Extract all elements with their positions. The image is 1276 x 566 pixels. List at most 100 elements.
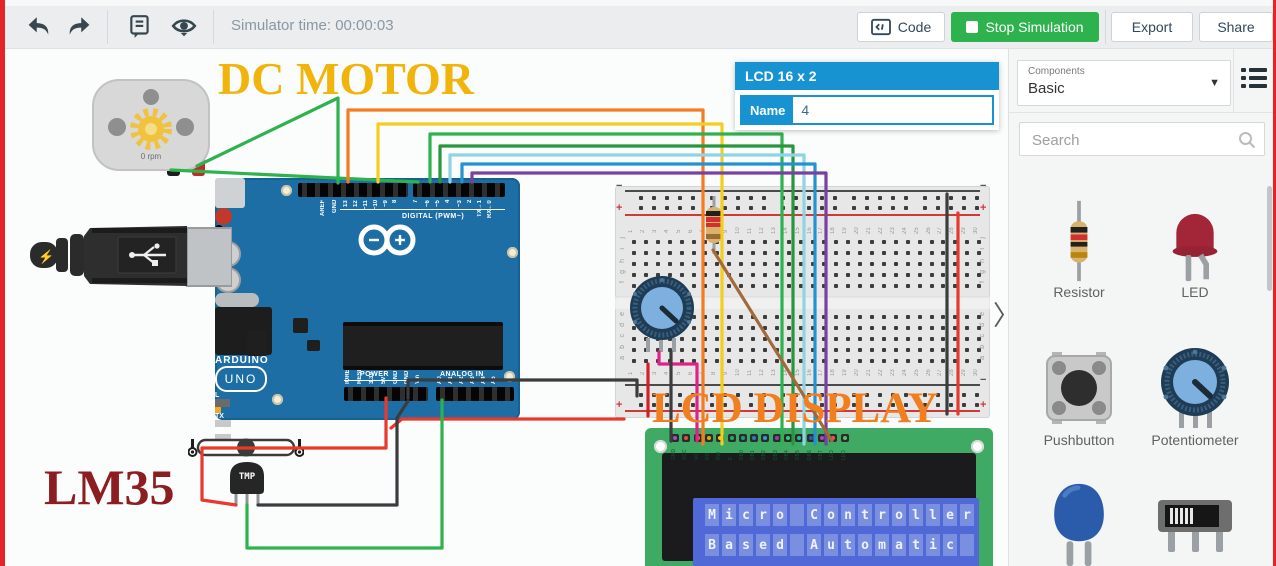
redo-icon[interactable] <box>65 14 91 40</box>
breadboard-hole <box>632 262 636 266</box>
row-letter: i <box>979 248 986 250</box>
breadboard-hole <box>807 196 811 200</box>
name-input[interactable] <box>793 97 992 123</box>
column-number: 7 <box>699 371 706 375</box>
breadboard-hole <box>822 326 827 330</box>
column-number: 23 <box>889 227 896 235</box>
lcd-pin-label: DB4 <box>784 450 790 460</box>
breadboard-hole <box>774 337 779 341</box>
search-input[interactable] <box>1030 124 1234 156</box>
breadboard-hole <box>941 284 946 288</box>
breadboard-hole <box>870 348 874 352</box>
breadboard-hole <box>810 240 815 244</box>
breadboard-hole <box>774 251 779 255</box>
breadboard-hole <box>798 337 803 341</box>
breadboard-hole <box>749 196 753 200</box>
breadboard-hole <box>703 273 708 277</box>
lcd-pin <box>772 434 781 442</box>
breadboard-hole <box>953 348 958 352</box>
breadboard-hole <box>953 251 958 255</box>
mount-hole <box>272 394 283 405</box>
slideswitch-icon <box>1139 482 1251 566</box>
column-number: 24 <box>901 227 908 235</box>
breadboard-hole <box>834 262 839 266</box>
breadboard-hole <box>941 251 946 255</box>
breadboard-hole <box>858 315 863 319</box>
column-number: 13 <box>770 369 777 377</box>
lcd-16x2-module[interactable]: Micro Controller Based Automatic GND VCC V… <box>645 428 993 566</box>
column-number: 25 <box>913 369 920 377</box>
breadboard-hole <box>798 326 803 330</box>
column-number: 28 <box>949 369 956 377</box>
power-caption-line <box>344 380 428 381</box>
component-visibility-eye-icon[interactable] <box>171 14 197 40</box>
breadboard-hole <box>822 359 827 363</box>
breadboard-hole <box>715 326 720 330</box>
components-category-dropdown[interactable]: Components Basic ▼ <box>1017 60 1231 106</box>
share-button[interactable]: Share <box>1199 12 1273 42</box>
component-item-potentiometer[interactable]: Potentiometer <box>1139 346 1251 454</box>
led-tx <box>215 420 231 427</box>
breadboard-hole <box>870 240 874 244</box>
potentiometer-on-breadboard[interactable] <box>626 274 698 356</box>
column-number: 5 <box>675 371 682 375</box>
breadboard-hole <box>679 251 684 255</box>
dc-motor[interactable]: 0 rpm <box>92 74 210 182</box>
rail-sign: + <box>616 202 623 214</box>
breadboard-hole <box>870 262 874 266</box>
breadboard-hole <box>652 196 656 200</box>
breadboard-hole <box>905 273 910 277</box>
column-number: 17 <box>818 369 825 377</box>
breadboard-hole <box>834 315 839 319</box>
lcd-properties-dialog[interactable]: LCD 16 x 2 Name <box>735 62 999 130</box>
export-button[interactable]: Export <box>1111 12 1193 42</box>
column-number: 16 <box>806 369 813 377</box>
breadboard-hole <box>965 315 970 319</box>
component-item-resistor[interactable]: Resistor <box>1023 198 1135 306</box>
component-item-led[interactable]: LED <box>1139 198 1251 306</box>
toolbar-divider <box>213 10 214 44</box>
search-icon <box>1239 132 1256 149</box>
breadboard-hole <box>727 315 732 319</box>
tmp36-temperature-sensor[interactable]: TMP <box>187 436 305 508</box>
sidebar-scrollbar[interactable] <box>1267 186 1272 291</box>
led-rx-label: RX <box>215 427 225 434</box>
breadboard-hole <box>953 273 958 277</box>
lcd-char: e <box>756 534 770 556</box>
panel-collapse-button[interactable]: 〉 <box>993 296 1020 336</box>
breadboard-hole <box>834 240 839 244</box>
breadboard-hole <box>679 262 684 266</box>
resistor-on-breadboard[interactable] <box>704 196 724 254</box>
lcd-pin-dot <box>808 436 813 440</box>
notes-icon[interactable] <box>127 14 153 40</box>
breadboard-hole <box>949 206 953 210</box>
code-button[interactable]: Code <box>857 12 945 42</box>
breadboard-hole <box>846 262 851 266</box>
breadboard-hole <box>715 359 720 363</box>
stop-simulation-button[interactable]: Stop Simulation <box>951 12 1099 42</box>
column-number: 11 <box>747 369 753 377</box>
breadboard-hole <box>917 359 922 363</box>
usb-cable[interactable]: ⚡ <box>0 220 232 292</box>
lcd-char: M <box>705 504 719 526</box>
digital-caption-line <box>340 209 505 210</box>
lcd-pin-label: RS <box>704 453 711 460</box>
column-number: 26 <box>925 227 932 235</box>
lcd-char: i <box>722 504 736 526</box>
breadboard-hole <box>893 315 898 319</box>
breadboard-hole <box>953 359 958 363</box>
column-number: 1 <box>628 371 634 375</box>
list-view-icon[interactable] <box>1241 66 1267 92</box>
breadboard-hole <box>751 251 755 255</box>
mount-hole <box>507 247 518 258</box>
breadboard-hole <box>822 262 827 266</box>
lcd-pin-label: RW <box>716 451 723 460</box>
component-item-capacitor[interactable] <box>1023 482 1135 566</box>
component-item-pushbutton[interactable]: Pushbutton <box>1023 346 1135 454</box>
arduino-uno-board[interactable]: AREFGND1312~11~10~987~6~54~32TX→1RX←0IOR… <box>215 178 520 456</box>
undo-icon[interactable] <box>27 14 53 40</box>
breadboard-hole <box>820 206 824 210</box>
component-item-slideswitch[interactable] <box>1139 482 1251 566</box>
breadboard-hole <box>774 315 779 319</box>
breadboard-hole <box>878 206 882 210</box>
